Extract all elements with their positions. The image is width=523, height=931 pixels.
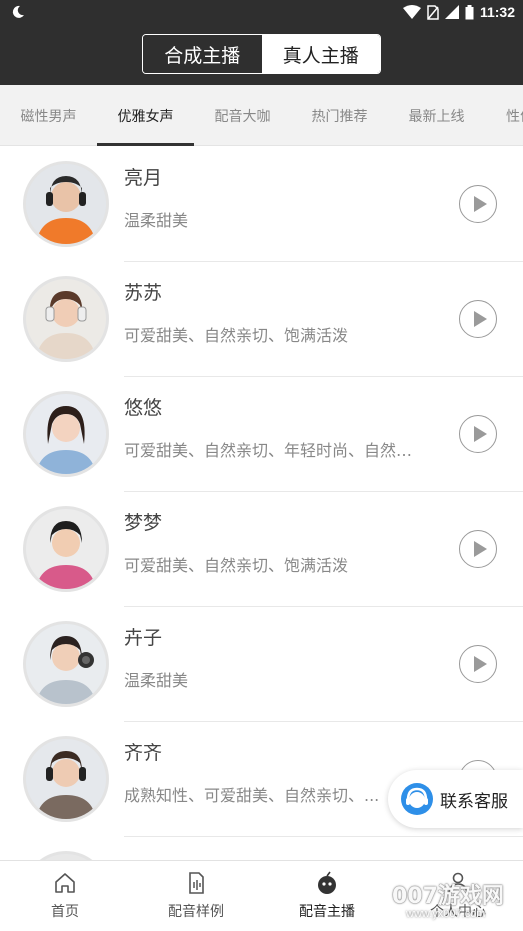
header: 合成主播 真人主播 [0, 24, 523, 85]
category-tabs: 磁性男声 优雅女声 配音大咖 热门推荐 最新上线 性价 [0, 85, 523, 146]
play-button[interactable] [459, 645, 497, 683]
anchor-list: 亮月 温柔甜美 苏苏 可爱甜美、自然亲切、饱满活泼 悠悠 可爱甜美、自然亲切、年… [0, 147, 523, 860]
segment-real-anchor[interactable]: 真人主播 [261, 35, 380, 73]
signal-icon [444, 5, 459, 19]
person-icon [448, 872, 468, 894]
tab-newest[interactable]: 最新上线 [388, 85, 485, 145]
play-button[interactable] [459, 415, 497, 453]
contact-service-label: 联系客服 [440, 791, 508, 812]
anchor-name: 卉子 [124, 627, 163, 649]
wifi-icon [402, 5, 421, 19]
anchor-row[interactable] [0, 837, 523, 860]
anchor-row[interactable]: 卉子 温柔甜美 [0, 607, 523, 722]
anchor-name: 苏苏 [124, 282, 163, 304]
anchor-row[interactable]: 亮月 温柔甜美 [0, 147, 523, 262]
anchor-tags: 温柔甜美 [124, 671, 189, 690]
anchor-tags: 可爱甜美、自然亲切、年轻时尚、自然… [124, 441, 413, 460]
play-button[interactable] [459, 300, 497, 338]
tab-dubbing-star[interactable]: 配音大咖 [194, 85, 291, 145]
avatar [23, 506, 109, 592]
anchor-name: 悠悠 [124, 397, 163, 419]
audio-file-icon [189, 872, 204, 894]
anchor-row[interactable]: 苏苏 可爱甜美、自然亲切、饱满活泼 [0, 262, 523, 377]
nav-label: 配音样例 [168, 904, 224, 920]
nav-label: 首页 [51, 904, 79, 920]
tab-elegant-female[interactable]: 优雅女声 [97, 85, 194, 145]
avatar [23, 736, 109, 822]
no-sim-icon [427, 4, 439, 20]
nav-dubbing-samples[interactable]: 配音样例 [141, 861, 251, 931]
anchor-row[interactable]: 梦梦 可爱甜美、自然亲切、饱满活泼 [0, 492, 523, 607]
anchor-tags: 可爱甜美、自然亲切、饱满活泼 [124, 556, 349, 575]
contact-service-button[interactable]: 联系客服 [388, 770, 523, 828]
tab-hot-recommend[interactable]: 热门推荐 [291, 85, 388, 145]
anchor-type-switch: 合成主播 真人主播 [142, 34, 381, 74]
nav-label: 配音主播 [299, 904, 355, 920]
avatar [23, 391, 109, 477]
anchor-name: 齐齐 [124, 742, 163, 764]
anchor-name: 亮月 [124, 167, 163, 189]
clock: 11:32 [479, 4, 515, 20]
bottom-nav: 首页 配音样例 配音主播 个人中心 [0, 860, 523, 931]
avatar [23, 161, 109, 247]
play-button[interactable] [459, 530, 497, 568]
avatar [23, 851, 109, 860]
segment-synthetic-anchor[interactable]: 合成主播 [143, 35, 262, 73]
status-bar: 11:32 [0, 0, 523, 24]
avatar [23, 621, 109, 707]
home-icon [55, 873, 75, 893]
tab-magnetic-male[interactable]: 磁性男声 [0, 85, 97, 145]
headset-icon [401, 783, 433, 815]
nav-label: 个人中心 [430, 904, 486, 920]
nav-home[interactable]: 首页 [10, 861, 120, 931]
anchor-tags: 可爱甜美、自然亲切、饱满活泼 [124, 326, 349, 345]
anchor-name: 梦梦 [124, 512, 163, 534]
battery-icon [465, 4, 474, 19]
robot-icon [318, 871, 336, 894]
anchor-row[interactable]: 悠悠 可爱甜美、自然亲切、年轻时尚、自然… [0, 377, 523, 492]
avatar [23, 276, 109, 362]
anchor-tags: 温柔甜美 [124, 211, 189, 230]
active-tab-indicator [97, 143, 194, 146]
play-button[interactable] [459, 185, 497, 223]
tab-value[interactable]: 性价 [485, 85, 523, 145]
moon-icon [12, 5, 24, 18]
nav-dubbing-anchors[interactable]: 配音主播 [272, 861, 382, 931]
nav-profile[interactable]: 个人中心 [403, 861, 513, 931]
